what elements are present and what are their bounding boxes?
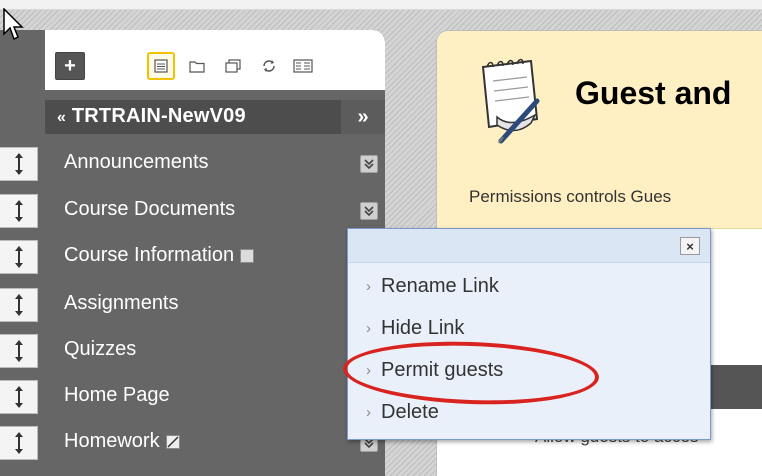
chevron-down-icon[interactable] xyxy=(360,202,378,220)
drag-handle-icon[interactable] xyxy=(0,194,38,228)
close-icon: × xyxy=(686,238,694,254)
plus-icon: + xyxy=(64,55,76,77)
drag-handle-icon[interactable] xyxy=(0,380,38,414)
course-title-bar[interactable]: « TRTRAIN-NewV09 » xyxy=(45,100,385,134)
page-description: Permissions controls Gues xyxy=(469,187,672,206)
chevron-right-icon: › xyxy=(366,320,371,337)
nav-item-text: Homework xyxy=(64,430,160,452)
course-menu-toolbar: + xyxy=(45,30,385,90)
nav-item-quizzes[interactable]: Quizzes xyxy=(0,330,385,370)
context-menu: × › Rename Link › Hide Link › Permit gue… xyxy=(347,228,711,440)
collapse-arrow-icon: « xyxy=(57,109,67,126)
nav-item-course-documents[interactable]: Course Documents xyxy=(0,190,385,230)
menu-item-label: Hide Link xyxy=(381,317,465,339)
nav-item-course-information[interactable]: Course Information xyxy=(0,236,385,276)
drag-handle-icon[interactable] xyxy=(0,147,38,181)
nav-item-homework[interactable]: Homework xyxy=(0,422,385,462)
drag-handle-icon[interactable] xyxy=(0,288,38,322)
page-title: Guest and xyxy=(575,75,732,111)
close-button[interactable]: × xyxy=(680,237,700,255)
calendar-badge-icon xyxy=(240,248,255,263)
chevron-down-icon[interactable] xyxy=(360,155,378,173)
nav-item-label: Announcements xyxy=(64,151,209,173)
drag-handle-icon[interactable] xyxy=(0,426,38,460)
nav-item-label: Home Page xyxy=(64,384,170,406)
browser-top-strip xyxy=(0,0,762,10)
menu-item-delete[interactable]: › Delete xyxy=(366,401,439,424)
menu-item-hide-link[interactable]: › Hide Link xyxy=(366,317,464,340)
double-chevron-right-icon: » xyxy=(357,105,369,128)
window-icon[interactable] xyxy=(219,52,247,80)
menu-item-label: Delete xyxy=(381,401,439,423)
drag-handle-icon[interactable] xyxy=(0,240,38,274)
nav-item-label: Homework xyxy=(64,430,180,453)
nav-item-label: Course Information xyxy=(64,244,255,267)
nav-item-assignments[interactable]: Assignments xyxy=(0,284,385,324)
content-header: Guest and Permissions controls Gues xyxy=(437,31,762,229)
course-menu-panel: + « TRTRAIN-NewV09 » Announcements Cours… xyxy=(0,30,385,476)
add-menu-item-button[interactable]: + xyxy=(55,52,85,80)
list-view-icon[interactable] xyxy=(147,52,175,80)
mouse-cursor-icon xyxy=(3,8,24,41)
chevron-right-icon: › xyxy=(366,404,371,421)
context-menu-header: × xyxy=(348,229,710,263)
hidden-badge-icon xyxy=(165,434,180,449)
nav-item-label: Assignments xyxy=(64,292,179,314)
course-title-text: TRTRAIN-NewV09 xyxy=(71,105,246,127)
nav-item-home-page[interactable]: Home Page xyxy=(0,376,385,416)
refresh-icon[interactable] xyxy=(255,52,283,80)
nav-item-label: Quizzes xyxy=(64,338,137,360)
collapse-menu-button[interactable]: » xyxy=(341,100,385,134)
notepad-icon xyxy=(481,58,540,144)
menu-item-rename-link[interactable]: › Rename Link xyxy=(366,275,499,298)
nav-item-announcements[interactable]: Announcements xyxy=(0,143,385,183)
course-title[interactable]: « TRTRAIN-NewV09 xyxy=(57,105,246,128)
chevron-right-icon: › xyxy=(366,278,371,295)
menu-item-label: Rename Link xyxy=(381,275,499,297)
drag-handle-icon[interactable] xyxy=(0,334,38,368)
menu-grid-icon[interactable] xyxy=(289,52,317,80)
nav-item-label: Course Documents xyxy=(64,198,236,220)
nav-item-text: Course Information xyxy=(64,244,235,266)
folder-view-icon[interactable] xyxy=(183,52,211,80)
